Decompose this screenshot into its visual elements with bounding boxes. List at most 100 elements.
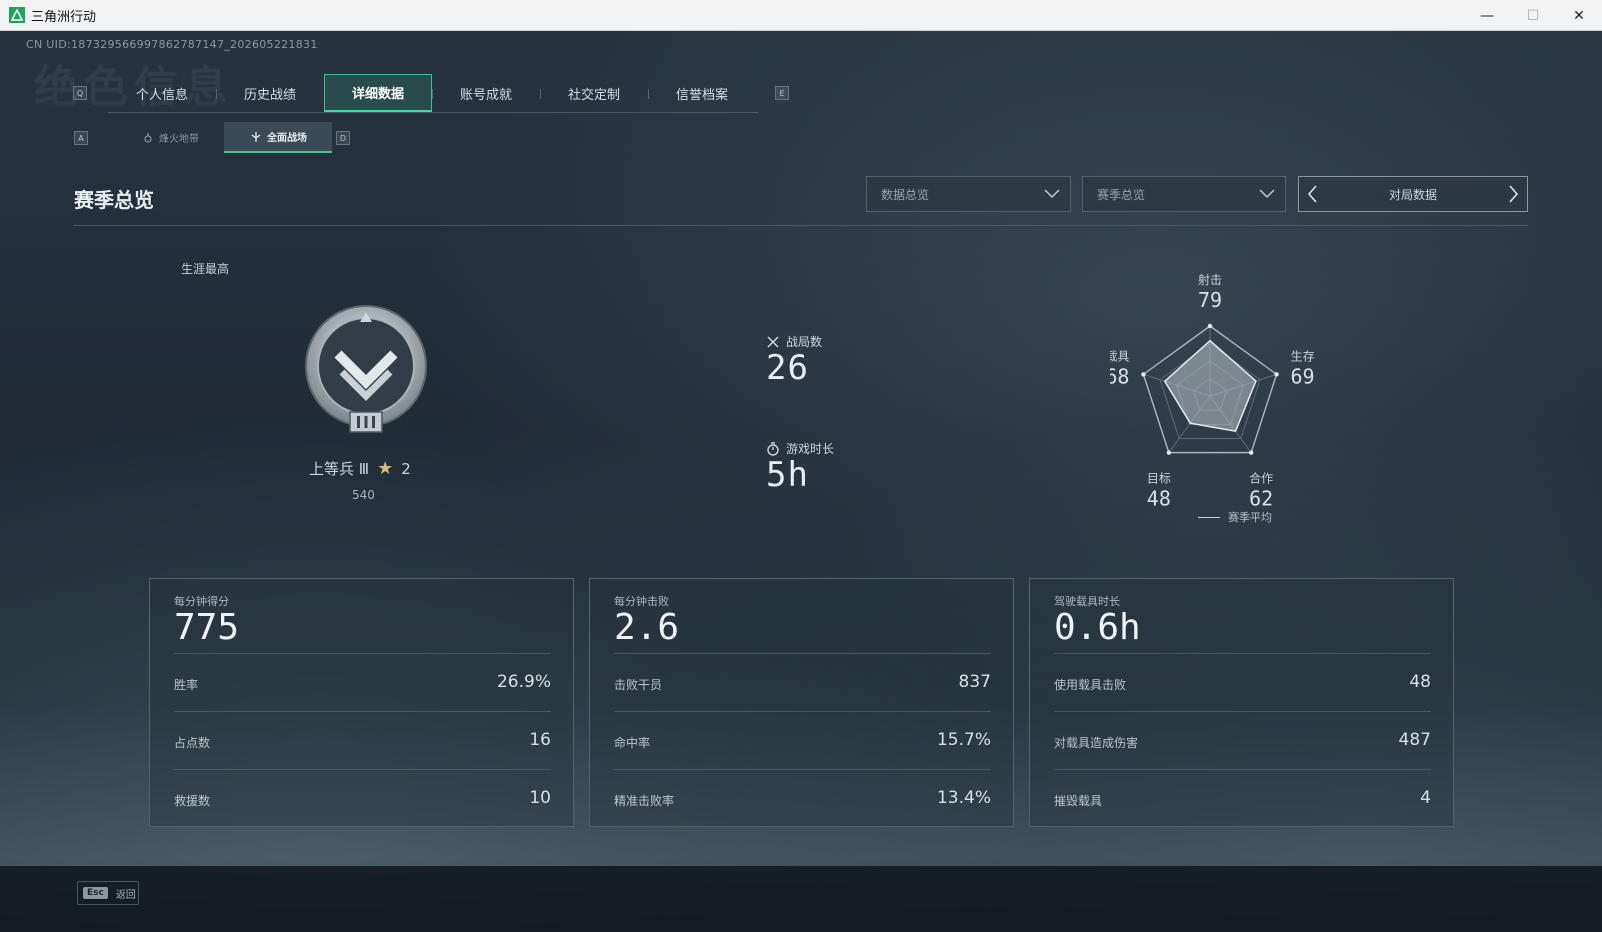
stat-row: 胜率 26.9% — [174, 653, 551, 712]
tab-achievements[interactable]: 账号成就 — [432, 74, 540, 112]
stat-row-value: 487 — [1398, 730, 1431, 750]
section-divider — [74, 225, 1528, 226]
stat-row-label: 胜率 — [174, 678, 199, 692]
radar-vertex-dot — [1248, 450, 1254, 455]
stat-row: 使用载具击败 48 — [1054, 653, 1431, 712]
radar-axis-value: 68 — [1110, 364, 1129, 388]
esc-keycap: Esc — [83, 887, 108, 899]
radar-vertex-dot — [1207, 323, 1213, 329]
stat-row: 击败干员 837 — [614, 653, 991, 712]
playtime-value: 5h — [766, 455, 809, 495]
back-button[interactable]: Esc 返回 — [77, 881, 139, 905]
main-content: 绝色信息 CN UID:187329566997862787147_202605… — [0, 31, 1602, 932]
season-overview-dropdown[interactable]: 赛季总览 — [1082, 176, 1286, 212]
stat-row-value: 26.9% — [496, 672, 551, 692]
chevron-down-icon — [1044, 189, 1060, 199]
stat-row-label: 对载具造成伤害 — [1054, 736, 1139, 750]
minimize-button[interactable]: — — [1464, 0, 1510, 31]
radar-vertex-dot — [1166, 450, 1172, 455]
kill-stats-card: 每分钟击败 2.6 击败干员 837 命中率 15.7% 精准击败率 13.4% — [589, 578, 1014, 827]
stat-row: 摧毁载具 4 — [1054, 769, 1431, 828]
key-hint-d: D — [336, 131, 350, 145]
tab-reputation[interactable]: 信誉档案 — [648, 74, 756, 112]
main-tabs: 个人信息 历史战绩 详细数据 账号成就 社交定制 信誉档案 — [108, 74, 758, 113]
rank-badge-icon — [305, 305, 427, 433]
rank-score: 540 — [352, 488, 375, 502]
score-stats-card: 每分钟得分 775 胜率 26.9% 占点数 16 救援数 10 — [149, 578, 574, 827]
back-label: 返回 — [115, 889, 136, 901]
data-overview-value: 数据总览 — [881, 187, 930, 202]
stat-row: 命中率 15.7% — [614, 711, 991, 770]
close-button[interactable]: ✕ — [1556, 0, 1602, 31]
stat-row-value: 13.4% — [936, 788, 991, 808]
fire-zone-icon — [144, 132, 152, 143]
legend-line — [1198, 516, 1220, 518]
rank-title: 上等兵 Ⅲ — [309, 460, 370, 478]
season-overview-value: 赛季总览 — [1097, 187, 1146, 202]
radar-vertex-dot — [1274, 372, 1279, 377]
card-top-value: 775 — [174, 607, 240, 648]
mode-subtabs: 烽火地带 全面战场 — [116, 122, 332, 153]
subtab-full-battlefield[interactable]: 全面战场 — [224, 122, 332, 153]
radar-axis-label: 载具 — [1110, 349, 1129, 363]
stat-row-value: 15.7% — [936, 730, 991, 750]
battles-value: 26 — [766, 348, 809, 388]
radar-vertex-dot — [1141, 372, 1146, 377]
timer-icon — [767, 441, 779, 456]
bottom-bar: Esc 返回 — [0, 866, 1602, 932]
card-top-value: 2.6 — [614, 607, 680, 648]
radar-axis-value: 69 — [1291, 364, 1315, 388]
card-top-value: 0.6h — [1054, 607, 1141, 648]
career-best-label: 生涯最高 — [181, 262, 230, 276]
pager-label: 对局数据 — [1388, 187, 1437, 202]
stat-row: 占点数 16 — [174, 711, 551, 770]
stat-row: 救援数 10 — [174, 769, 551, 828]
key-hint-e: E — [775, 86, 789, 100]
rank-name: 上等兵 Ⅲ ★ 2 — [309, 458, 411, 479]
radar-axis-value: 79 — [1198, 288, 1222, 312]
radar-axis-label: 生存 — [1291, 349, 1315, 363]
key-hint-q: Q — [73, 86, 87, 100]
crossed-swords-icon — [767, 335, 779, 348]
radar-legend: 赛季平均 — [1198, 509, 1272, 525]
key-hint-a: A — [74, 131, 88, 145]
ability-radar-chart: 射击79 生存69 合作62 目标48 载具68 — [1110, 272, 1315, 511]
radar-axis-label: 射击 — [1198, 272, 1222, 287]
radar-legend-label: 赛季平均 — [1228, 511, 1272, 524]
stat-row-value: 16 — [529, 730, 551, 750]
match-data-pager: 对局数据 — [1298, 176, 1528, 212]
stat-row-label: 救援数 — [174, 794, 211, 808]
stat-row-value: 10 — [529, 788, 551, 808]
radar-axis-value: 62 — [1249, 487, 1273, 511]
radar-axis-label: 目标 — [1147, 472, 1171, 486]
radar-axis-label: 合作 — [1249, 471, 1273, 486]
tab-battle-history[interactable]: 历史战绩 — [216, 74, 324, 112]
tab-personal-info[interactable]: 个人信息 — [108, 74, 216, 112]
subtab-hazard-zone[interactable]: 烽火地带 — [116, 122, 224, 153]
stat-row-value: 4 — [1420, 788, 1431, 808]
rank-stars: 2 — [401, 459, 411, 478]
stat-row: 对载具造成伤害 487 — [1054, 711, 1431, 770]
window-title: 三角洲行动 — [31, 9, 97, 25]
chevron-right-icon[interactable] — [1505, 184, 1521, 204]
stat-row-label: 占点数 — [174, 736, 211, 750]
vehicle-stats-card: 驾驶载具时长 0.6h 使用载具击败 48 对载具造成伤害 487 摧毁载具 4 — [1029, 578, 1454, 827]
stat-row-label: 精准击败率 — [614, 794, 675, 808]
maximize-button[interactable]: ☐ — [1510, 0, 1556, 31]
chevron-down-icon — [1259, 189, 1275, 199]
radar-value-area — [1163, 339, 1257, 432]
subtab-full-battlefield-label: 全面战场 — [267, 133, 307, 144]
battlefield-icon — [251, 131, 261, 142]
stat-row: 精准击败率 13.4% — [614, 769, 991, 828]
radar-axis-value: 48 — [1147, 487, 1171, 511]
stat-row-label: 击败干员 — [614, 678, 663, 692]
stat-row-value: 48 — [1409, 672, 1431, 692]
stat-row-label: 摧毁载具 — [1054, 794, 1103, 808]
tab-detailed-data[interactable]: 详细数据 — [324, 74, 432, 112]
section-title: 赛季总览 — [74, 188, 154, 212]
stat-row-label: 使用载具击败 — [1054, 678, 1127, 692]
chevron-left-icon[interactable] — [1305, 184, 1321, 204]
data-overview-dropdown[interactable]: 数据总览 — [866, 176, 1071, 212]
tab-social-custom[interactable]: 社交定制 — [540, 74, 648, 112]
subtab-hazard-zone-label: 烽火地带 — [159, 134, 199, 145]
